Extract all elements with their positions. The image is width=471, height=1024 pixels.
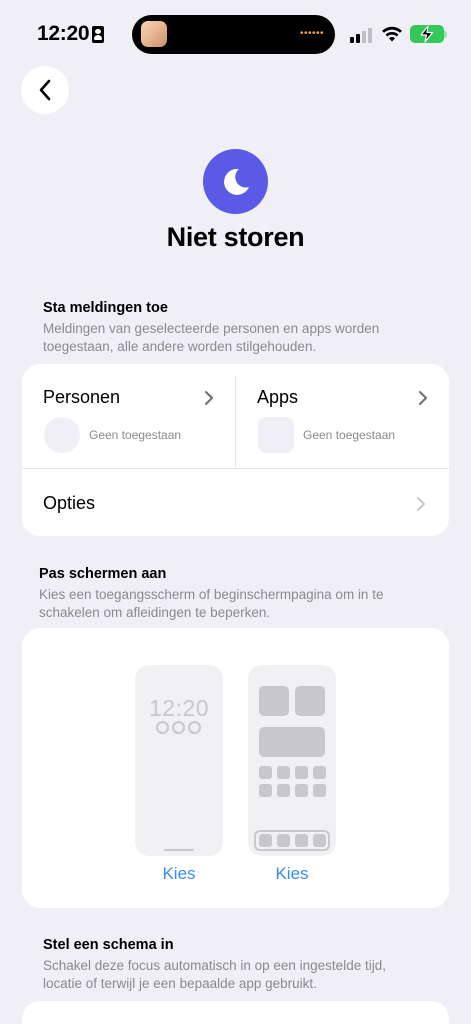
status-time: 12:20 — [37, 22, 90, 45]
allow-notifications-subtitle-1: Meldingen van geselecteerde personen en … — [43, 321, 380, 336]
lock-screen-preview[interactable]: 12:20 — [135, 665, 223, 856]
customize-screens-subtitle-1: Kies een toegangsscherm of beginschermpa… — [39, 587, 384, 602]
notifications-card: Personen Geen toegestaan Apps Geen toege… — [22, 364, 449, 536]
island-indicator: •••••• — [300, 28, 325, 39]
options-label: Opties — [43, 493, 96, 513]
app-icon-placeholder — [277, 766, 290, 779]
widget-ring — [172, 721, 185, 734]
back-chevron-icon — [39, 79, 51, 101]
widget-block — [295, 686, 325, 716]
dock-icon-placeholder — [295, 834, 308, 847]
wifi-icon — [382, 26, 402, 42]
app-icon-placeholder — [313, 766, 326, 779]
app-icon-placeholder — [259, 766, 272, 779]
app-icon-placeholder — [295, 784, 308, 797]
live-activity-avatar — [141, 21, 167, 47]
moon-icon — [223, 168, 249, 195]
widget-block — [259, 686, 289, 716]
signal-icon — [350, 27, 374, 43]
apps-status: Geen toegestaan — [303, 428, 396, 442]
options-row[interactable]: Opties — [22, 469, 449, 536]
app-icon-placeholder — [277, 784, 290, 797]
bolt-icon — [420, 25, 434, 43]
page-title: Niet storen — [166, 222, 305, 252]
dock-icon-placeholder — [313, 834, 326, 847]
home-screen-preview[interactable] — [248, 665, 336, 856]
chevron-right-icon — [417, 497, 425, 511]
dock-icon-placeholder — [259, 834, 272, 847]
people-placeholder-avatar — [44, 417, 80, 453]
schedule-subtitle-1: Schakel deze focus automatisch in op een… — [43, 958, 386, 973]
apps-label: Apps — [257, 387, 299, 407]
app-icon-placeholder — [259, 784, 272, 797]
schedule-title: Stel een schema in — [43, 937, 174, 953]
apps-cell[interactable]: Apps Geen toegestaan — [236, 364, 449, 468]
screens-card: 12:20 Kies Kies — [22, 628, 449, 908]
schedule-subtitle-2: locatie of terwijl je een bepaalde app g… — [43, 976, 317, 991]
battery-tip — [444, 31, 447, 38]
people-cell[interactable]: Personen Geen toegestaan — [22, 364, 235, 468]
chevron-right-icon — [419, 391, 427, 405]
schedule-card[interactable] — [22, 1001, 449, 1024]
app-icon-placeholder — [313, 784, 326, 797]
lock-screen-time: 12:20 — [148, 695, 210, 721]
dock-icon-placeholder — [277, 834, 290, 847]
chevron-right-icon — [205, 391, 213, 405]
allow-notifications-title: Sta meldingen toe — [43, 300, 168, 316]
choose-lock-screen-button[interactable]: Kies — [135, 864, 223, 884]
focus-icon — [203, 149, 268, 214]
customize-screens-subtitle-2: schakelen om afleidingen te beperken. — [39, 605, 271, 620]
customize-screens-title: Pas schermen aan — [39, 566, 167, 582]
dock — [254, 830, 330, 851]
people-status: Geen toegestaan — [89, 428, 182, 442]
widget-wide — [259, 727, 325, 757]
id-card-icon — [92, 26, 104, 43]
apps-placeholder-icon — [258, 417, 294, 453]
people-label: Personen — [43, 387, 121, 407]
choose-home-screen-button[interactable]: Kies — [248, 864, 336, 884]
widget-ring — [156, 721, 169, 734]
back-button[interactable] — [21, 66, 69, 114]
allow-notifications-subtitle-2: toegestaan, alle andere worden stilgehou… — [43, 339, 317, 354]
app-icon-placeholder — [295, 766, 308, 779]
home-indicator — [164, 849, 194, 851]
widget-ring — [188, 721, 201, 734]
